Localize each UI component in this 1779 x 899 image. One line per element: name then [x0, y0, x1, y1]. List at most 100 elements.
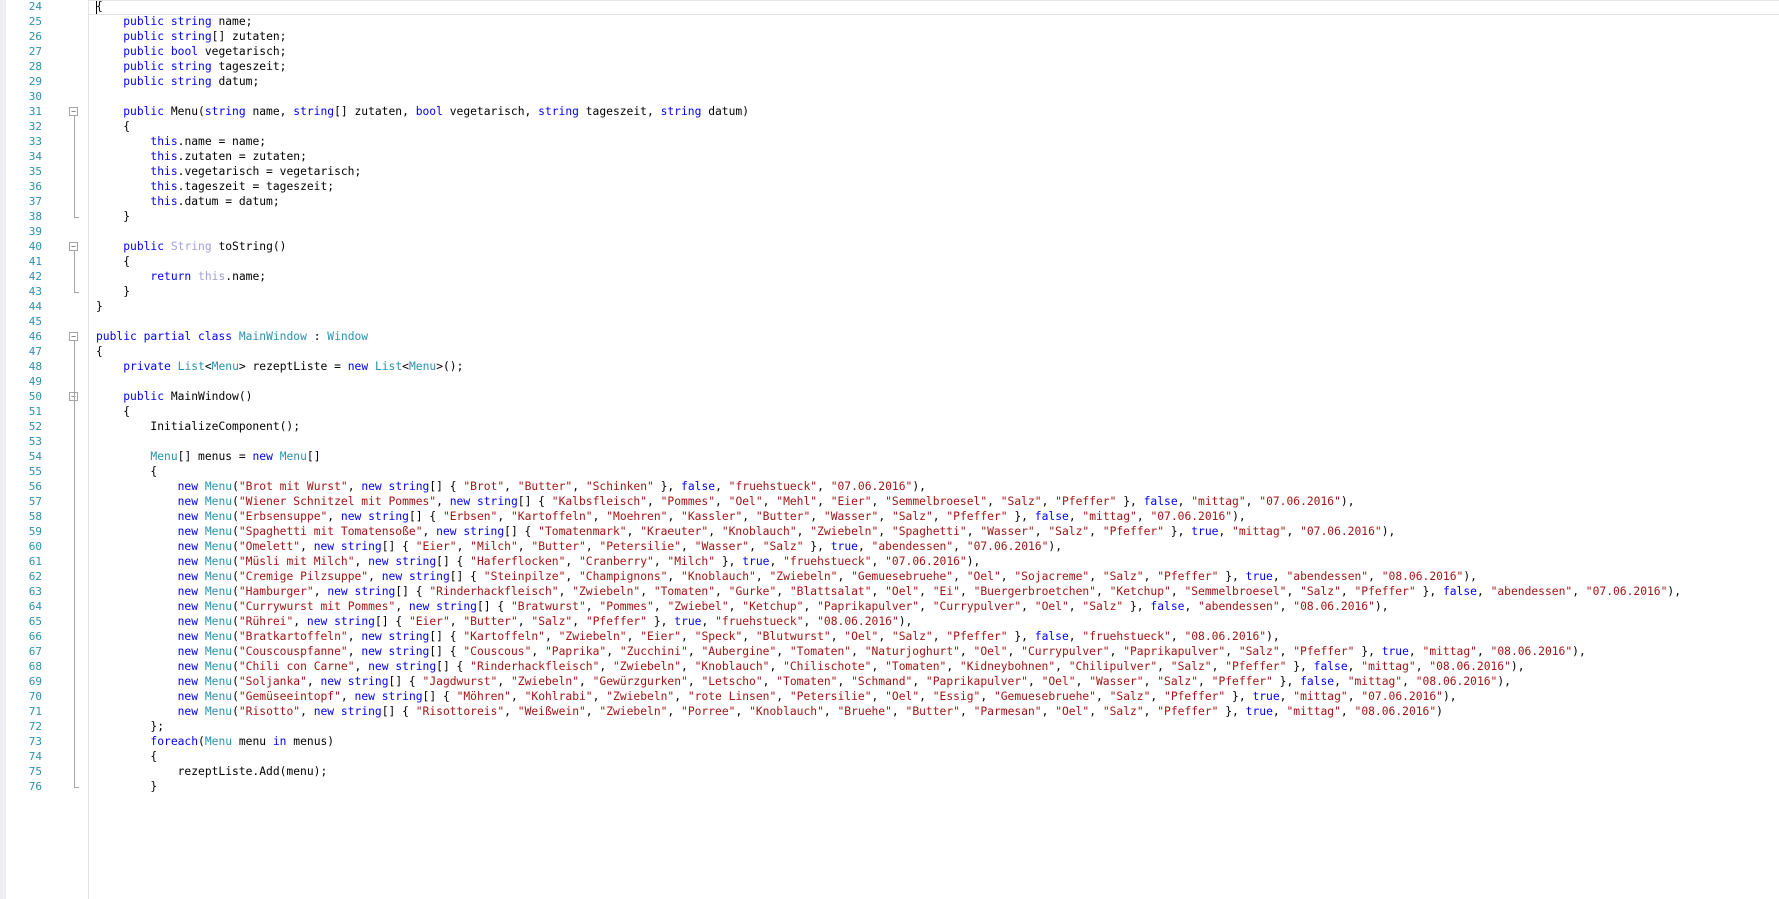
- fold-guide-line: [74, 251, 75, 292]
- code-token: ,: [1408, 645, 1423, 658]
- code-token: "Semmelbroesel": [885, 495, 988, 508]
- code-token: "Kassler": [681, 510, 743, 523]
- code-token: datum;: [211, 75, 260, 88]
- code-token: [] {: [388, 675, 423, 688]
- code-token: string: [388, 645, 430, 658]
- code-token: "Pommes": [599, 600, 654, 613]
- code-token: false: [1034, 510, 1069, 523]
- code-token: },: [1218, 570, 1246, 583]
- code-token: "Chilischote": [783, 660, 872, 673]
- code-line: public String toString(): [96, 239, 286, 254]
- code-token: "Pfeffer": [1211, 675, 1273, 688]
- code-token: {: [96, 345, 103, 358]
- code-token: [] {: [422, 690, 457, 703]
- code-token: ,: [762, 495, 777, 508]
- code-token: ,: [1286, 585, 1301, 598]
- code-token: :: [306, 330, 328, 343]
- code-line: new Menu("Currywurst mit Pommes", new st…: [96, 599, 1389, 614]
- code-token: "Pfeffer": [1102, 525, 1164, 538]
- code-token: [] {: [436, 660, 471, 673]
- code-token: [] zutaten,: [334, 105, 416, 118]
- code-token: ,: [667, 510, 682, 523]
- code-token: "Cremige Pilzsuppe": [238, 570, 369, 583]
- code-token: "Pfeffer": [946, 510, 1008, 523]
- code-token: rezeptListe.Add(menu);: [96, 765, 328, 778]
- code-token: },: [1286, 660, 1314, 673]
- code-token: "Blattsalat": [789, 585, 872, 598]
- code-line: {: [96, 404, 130, 419]
- code-token: "Knoblauch": [694, 660, 770, 673]
- code-token: "Bratkartoffeln": [238, 630, 348, 643]
- code-token: "Ketchup": [742, 600, 804, 613]
- code-token: "Tomaten": [885, 660, 947, 673]
- code-token: public: [96, 330, 137, 343]
- code-token: ,: [681, 630, 695, 643]
- code-token: ,: [592, 510, 607, 523]
- code-token: ,: [293, 615, 307, 628]
- code-token: ,: [1021, 600, 1035, 613]
- code-token: ,: [572, 615, 586, 628]
- code-token: "Oel": [973, 645, 1008, 658]
- code-token: new: [177, 615, 199, 628]
- code-token: (: [232, 480, 239, 493]
- code-editor[interactable]: 24 25 26 27 28 29 30 31 − 32 33 34 35 36 37 38 39 40 − 41 42…: [0, 0, 1779, 899]
- code-token: "Currywurst mit Pommes": [238, 600, 396, 613]
- code-token: ,: [1272, 570, 1287, 583]
- code-token: ,: [1068, 510, 1083, 523]
- code-token: .datum = datum;: [177, 195, 280, 208]
- code-token: ,: [354, 555, 369, 568]
- code-token: ,: [837, 570, 852, 583]
- code-token: "Risotto": [238, 705, 301, 718]
- code-token: ,: [1334, 675, 1348, 688]
- code-token: "Erbsensuppe": [238, 510, 328, 523]
- code-line: {: [96, 464, 157, 479]
- code-token: ,: [1402, 675, 1416, 688]
- code-token: ,: [1109, 645, 1124, 658]
- code-token: ,: [531, 645, 545, 658]
- code-token: in: [272, 735, 287, 748]
- code-token: new: [177, 705, 199, 718]
- code-token: "08.06.2016": [1429, 660, 1511, 673]
- code-token: Menu: [204, 570, 233, 583]
- code-token: ),: [1048, 540, 1063, 553]
- code-token: ,: [510, 690, 525, 703]
- collapse-toggle-icon[interactable]: −: [69, 242, 78, 251]
- code-token: "Eier": [415, 540, 457, 553]
- code-token: [] {: [504, 525, 539, 538]
- code-token: string: [170, 60, 212, 73]
- code-token: "Paprikapulver": [925, 675, 1028, 688]
- line-number: 63: [28, 585, 42, 598]
- code-token: false: [1313, 660, 1348, 673]
- code-token: false: [1442, 585, 1477, 598]
- code-token: ,: [504, 705, 518, 718]
- code-token: }: [96, 300, 103, 313]
- code-token: "Chili con Carne": [238, 660, 355, 673]
- code-token: "Knoblauch": [681, 570, 756, 583]
- code-token: ,: [497, 675, 511, 688]
- code-token: ,: [1340, 705, 1355, 718]
- code-token: }: [96, 210, 131, 223]
- code-line: public string[] zutaten;: [96, 29, 286, 44]
- code-line: new Menu("Gemüseeintopf", new string[] {…: [96, 689, 1457, 704]
- code-token: menu: [232, 735, 273, 748]
- code-token: ,: [592, 690, 607, 703]
- code-token: private: [123, 360, 171, 373]
- code-token: "Butter": [755, 510, 811, 523]
- collapse-toggle-icon[interactable]: −: [69, 332, 78, 341]
- code-token: this: [198, 270, 226, 283]
- collapse-toggle-icon[interactable]: −: [69, 107, 78, 116]
- code-token: string: [395, 555, 437, 568]
- code-token: "Petersilie": [789, 690, 872, 703]
- code-token: bool: [170, 45, 199, 58]
- code-token: "Salz": [1102, 570, 1144, 583]
